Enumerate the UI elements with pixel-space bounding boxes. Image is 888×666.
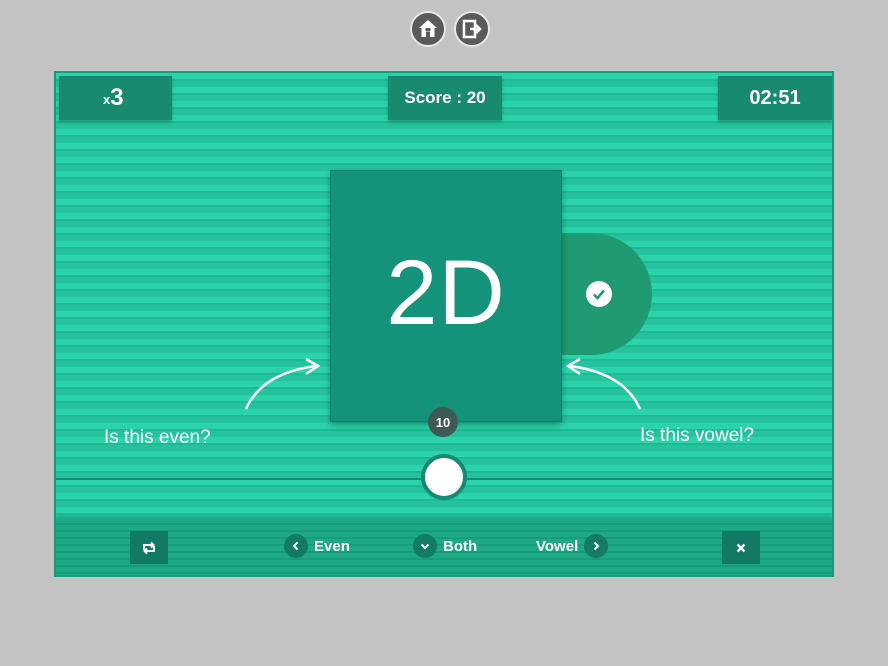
vowel-label: Vowel bbox=[536, 537, 579, 555]
exit-button[interactable] bbox=[454, 11, 490, 47]
close-button[interactable] bbox=[722, 531, 760, 564]
home-icon bbox=[419, 20, 437, 37]
left-arrow-icon bbox=[244, 357, 321, 410]
both-label: Both bbox=[443, 537, 478, 555]
score-label: Score : 20 bbox=[404, 88, 486, 107]
even-button[interactable]: Even bbox=[284, 534, 350, 558]
multiplier-prefix: x bbox=[103, 91, 111, 107]
card-counter: 10 bbox=[428, 407, 458, 437]
vowel-button[interactable]: Vowel bbox=[536, 534, 609, 558]
game-board: x 3 Score : 20 02:51 2D 10 Is this even?… bbox=[54, 71, 834, 577]
repeat-icon bbox=[143, 541, 155, 554]
right-arrow-icon bbox=[565, 357, 642, 410]
repeat-button[interactable] bbox=[130, 531, 168, 564]
multiplier-panel: x 3 bbox=[59, 76, 172, 120]
chevron-down-icon bbox=[413, 534, 437, 558]
chevron-right-icon bbox=[584, 534, 609, 558]
timer-panel: 02:51 bbox=[718, 76, 832, 120]
slider-knob[interactable] bbox=[421, 454, 467, 500]
multiplier-value: 3 bbox=[110, 84, 124, 111]
even-label: Even bbox=[314, 537, 350, 555]
hint-vowel: Is this vowel? bbox=[640, 425, 755, 446]
hint-even: Is this even? bbox=[104, 427, 211, 448]
both-button[interactable]: Both bbox=[413, 534, 477, 558]
home-button[interactable] bbox=[410, 11, 446, 47]
check-icon bbox=[586, 281, 612, 307]
close-icon bbox=[736, 543, 746, 552]
chevron-left-icon bbox=[284, 534, 308, 558]
timer: 02:51 bbox=[749, 86, 801, 109]
question-card[interactable]: 2D bbox=[330, 170, 562, 422]
score-panel: Score : 20 bbox=[388, 76, 502, 120]
card-text: 2D bbox=[386, 241, 506, 344]
exit-icon bbox=[462, 19, 482, 39]
